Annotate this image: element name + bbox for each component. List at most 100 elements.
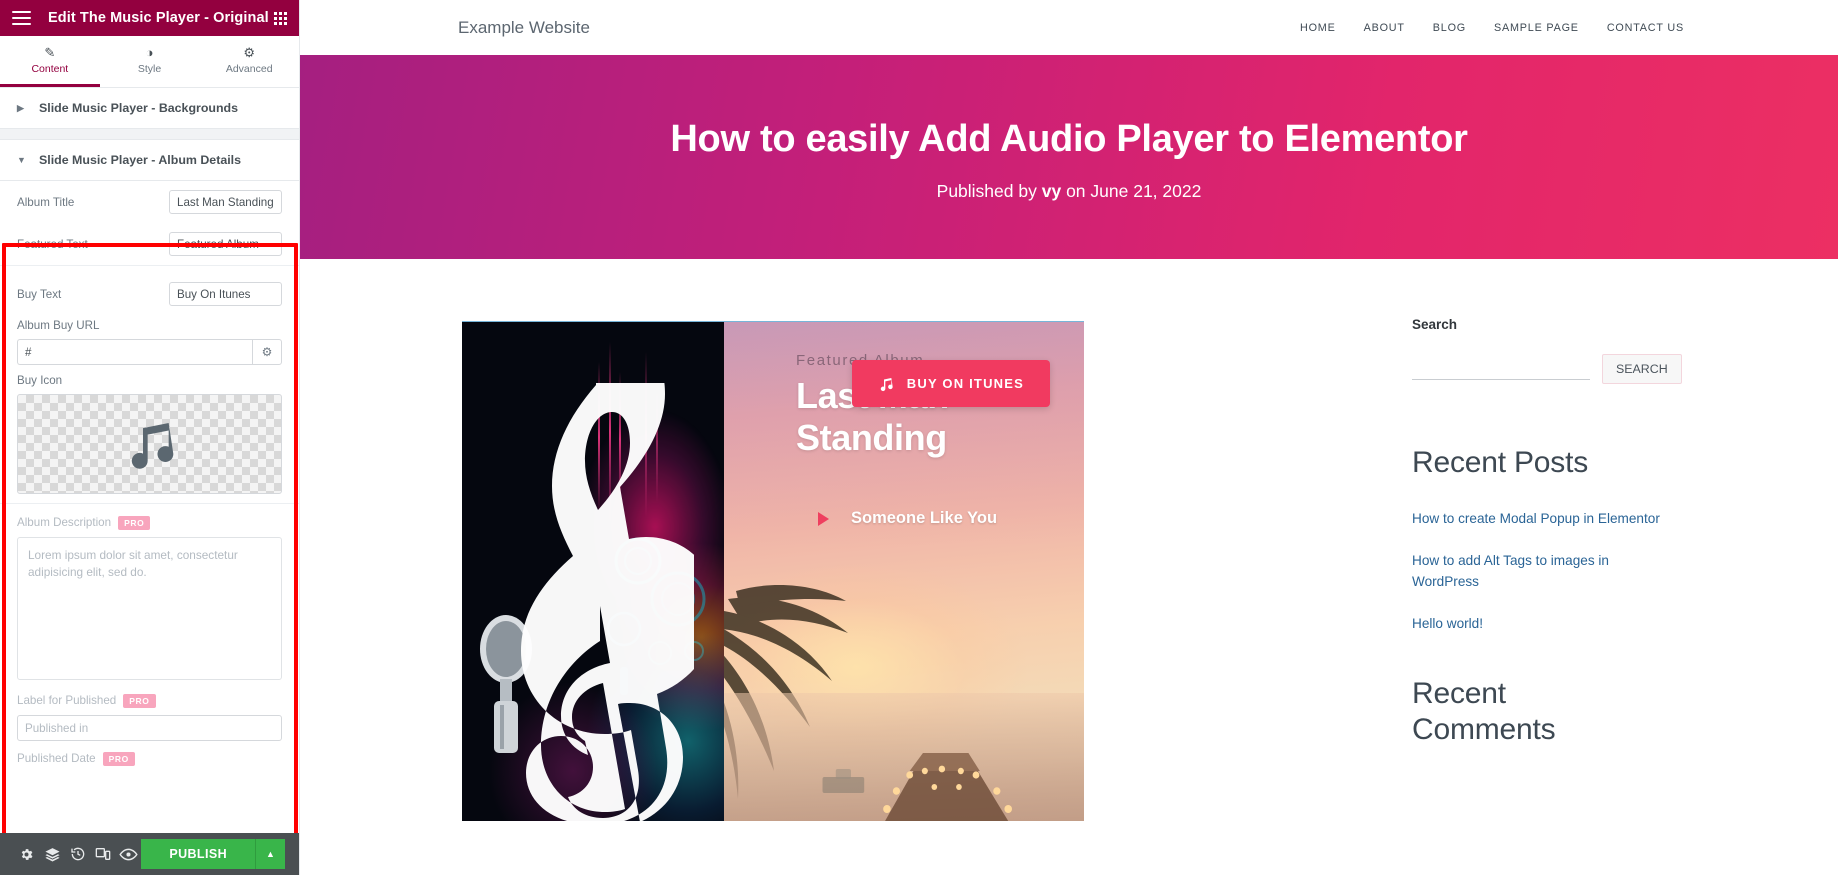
history-icon[interactable] xyxy=(65,833,90,875)
album-buy-url-row: ⚙ xyxy=(17,339,282,365)
track-name: Someone Like You xyxy=(851,509,998,527)
album-title-input[interactable] xyxy=(169,190,282,214)
post-meta: Published by vy on June 21, 2022 xyxy=(937,181,1202,202)
publish-group: PUBLISH ▲ xyxy=(141,839,286,869)
section-album-details[interactable]: ▼ Slide Music Player - Album Details xyxy=(0,140,299,181)
pier-decoration xyxy=(822,753,1012,821)
navigator-layers-icon[interactable] xyxy=(39,833,64,875)
meta-suffix: on June 21, 2022 xyxy=(1066,181,1202,202)
tab-style-label: Style xyxy=(137,62,162,75)
content-area: Featured Album Last Man Standing Someone… xyxy=(300,259,1838,875)
recent-comments-title: Recent Comments xyxy=(1412,677,1556,746)
album-buy-url-label: Album Buy URL xyxy=(17,319,100,332)
section-backgrounds-label: Slide Music Player - Backgrounds xyxy=(39,101,239,115)
field-album-description: Album Description PRO xyxy=(0,504,299,694)
album-info-panel: Featured Album Last Man Standing Someone… xyxy=(724,322,1084,821)
track-row[interactable]: Someone Like You xyxy=(796,509,1084,528)
album-buy-url-input[interactable] xyxy=(17,339,252,365)
site-title[interactable]: Example Website xyxy=(458,18,590,38)
settings-icon[interactable] xyxy=(14,833,39,875)
nav-item-sample-page[interactable]: SAMPLE PAGE xyxy=(1494,22,1579,34)
hero-banner: How to easily Add Audio Player to Elemen… xyxy=(300,55,1838,259)
panel-title: Edit The Music Player - Original xyxy=(48,10,269,26)
pencil-icon: ✎ xyxy=(44,44,56,60)
panel-body: ▶ Slide Music Player - Backgrounds ▼ Sli… xyxy=(0,88,299,833)
recent-posts-title: Recent Posts xyxy=(1412,446,1589,479)
search-label: Search xyxy=(1412,317,1458,332)
nav-item-contact-us[interactable]: CONTACT US xyxy=(1607,22,1684,34)
section-divider xyxy=(0,129,299,140)
site-preview: ‹ Example Website HOME ABOUT BLOG SAMPLE… xyxy=(300,0,1838,875)
field-buy-text: Buy Text xyxy=(0,266,299,315)
elementor-editor-screen: Edit The Music Player - Original ✎ Conte… xyxy=(0,0,1838,875)
label-for-published-label: Label for Published PRO xyxy=(17,694,282,708)
published-date-label: Published Date PRO xyxy=(17,752,282,766)
tab-content[interactable]: ✎ Content xyxy=(0,36,100,87)
slide-music-player-widget[interactable]: Featured Album Last Man Standing Someone… xyxy=(462,321,1084,821)
album-info-text: Featured Album Last Man Standing Someone… xyxy=(724,322,1084,528)
page-title: How to easily Add Audio Player to Elemen… xyxy=(670,117,1468,160)
tab-advanced-label: Advanced xyxy=(225,62,273,75)
buy-text-label: Buy Text xyxy=(17,287,62,301)
section-album-details-label: Slide Music Player - Album Details xyxy=(39,153,241,167)
nav-item-blog[interactable]: BLOG xyxy=(1433,22,1466,34)
search-button[interactable]: SEARCH xyxy=(1602,354,1682,384)
published-date-label-text: Published Date xyxy=(17,752,96,766)
contrast-icon: ◑ xyxy=(145,44,154,60)
publish-dropdown-arrow-icon[interactable]: ▲ xyxy=(255,839,286,869)
hamburger-icon[interactable] xyxy=(12,11,31,25)
buy-button-label: BUY ON ITUNES xyxy=(906,376,1024,391)
album-title-label: Album Title xyxy=(17,195,75,209)
chevron-down-icon: ▼ xyxy=(17,155,26,165)
music-note-icon xyxy=(880,377,893,391)
field-published-date: Published Date PRO xyxy=(0,750,299,782)
recent-post-link[interactable]: How to create Modal Popup in Elementor xyxy=(1412,508,1838,529)
section-backgrounds[interactable]: ▶ Slide Music Player - Backgrounds xyxy=(0,88,299,129)
grid-icon[interactable] xyxy=(274,11,287,25)
album-description-label: Album Description PRO xyxy=(17,516,282,530)
meta-prefix: Published by xyxy=(936,181,1037,202)
field-album-title: Album Title xyxy=(0,181,299,223)
featured-text-input[interactable] xyxy=(169,232,282,256)
field-album-buy-url: Album Buy URL ⚙ xyxy=(0,315,299,374)
site-nav: HOME ABOUT BLOG SAMPLE PAGE CONTACT US xyxy=(1300,22,1684,34)
label-for-published-label-text: Label for Published xyxy=(17,694,117,708)
play-triangle-icon[interactable] xyxy=(818,511,829,526)
buy-on-itunes-button[interactable]: BUY ON ITUNES xyxy=(851,360,1050,407)
meta-author: vy xyxy=(1041,181,1062,202)
treble-clef-icon xyxy=(521,383,694,821)
album-description-textarea[interactable] xyxy=(17,537,282,680)
pro-badge-date: PRO xyxy=(102,752,135,766)
publish-button[interactable]: PUBLISH xyxy=(141,839,256,869)
preview-eye-icon[interactable] xyxy=(116,833,141,875)
sidebar: Search SEARCH Recent Posts How to create… xyxy=(1400,259,1838,875)
tab-advanced[interactable]: ⚙ Advanced xyxy=(199,36,299,87)
panel-tabs: ✎ Content ◑ Style ⚙ Advanced xyxy=(0,36,299,88)
music-note-icon xyxy=(131,423,173,469)
field-buy-icon: Buy Icon xyxy=(0,374,299,503)
search-input[interactable] xyxy=(1412,354,1590,380)
widget-recent-comments: Recent Comments xyxy=(1412,676,1838,747)
album-art-image xyxy=(462,322,724,821)
search-row: SEARCH xyxy=(1412,354,1838,384)
pro-badge-description: PRO xyxy=(118,516,151,530)
buy-text-input[interactable] xyxy=(169,282,282,306)
featured-text-label: Featured Text xyxy=(17,237,88,251)
tab-style[interactable]: ◑ Style xyxy=(100,36,200,87)
buy-icon-label: Buy Icon xyxy=(17,374,63,387)
pro-badge-published: PRO xyxy=(123,694,156,708)
buy-icon-media-preview[interactable] xyxy=(17,394,282,494)
nav-item-about[interactable]: ABOUT xyxy=(1364,22,1405,34)
field-featured-text: Featured Text xyxy=(0,223,299,266)
recent-post-link[interactable]: How to add Alt Tags to images in WordPre… xyxy=(1412,550,1652,592)
recent-post-link[interactable]: Hello world! xyxy=(1412,613,1838,634)
responsive-mode-icon[interactable] xyxy=(90,833,115,875)
site-header: Example Website HOME ABOUT BLOG SAMPLE P… xyxy=(300,0,1838,55)
widget-recent-posts: Recent Posts How to create Modal Popup i… xyxy=(1412,446,1838,634)
link-options-gear-icon[interactable]: ⚙ xyxy=(252,339,282,365)
label-for-published-input[interactable] xyxy=(17,715,282,741)
nav-item-home[interactable]: HOME xyxy=(1300,22,1336,34)
elementor-left-panel: Edit The Music Player - Original ✎ Conte… xyxy=(0,0,300,875)
tracklist: Someone Like You xyxy=(796,509,1084,528)
album-description-label-text: Album Description xyxy=(17,516,112,530)
